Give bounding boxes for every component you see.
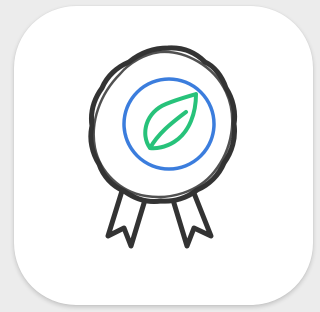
icon-canvas (0, 0, 317, 312)
award-ribbon-leaf-icon (88, 45, 238, 249)
